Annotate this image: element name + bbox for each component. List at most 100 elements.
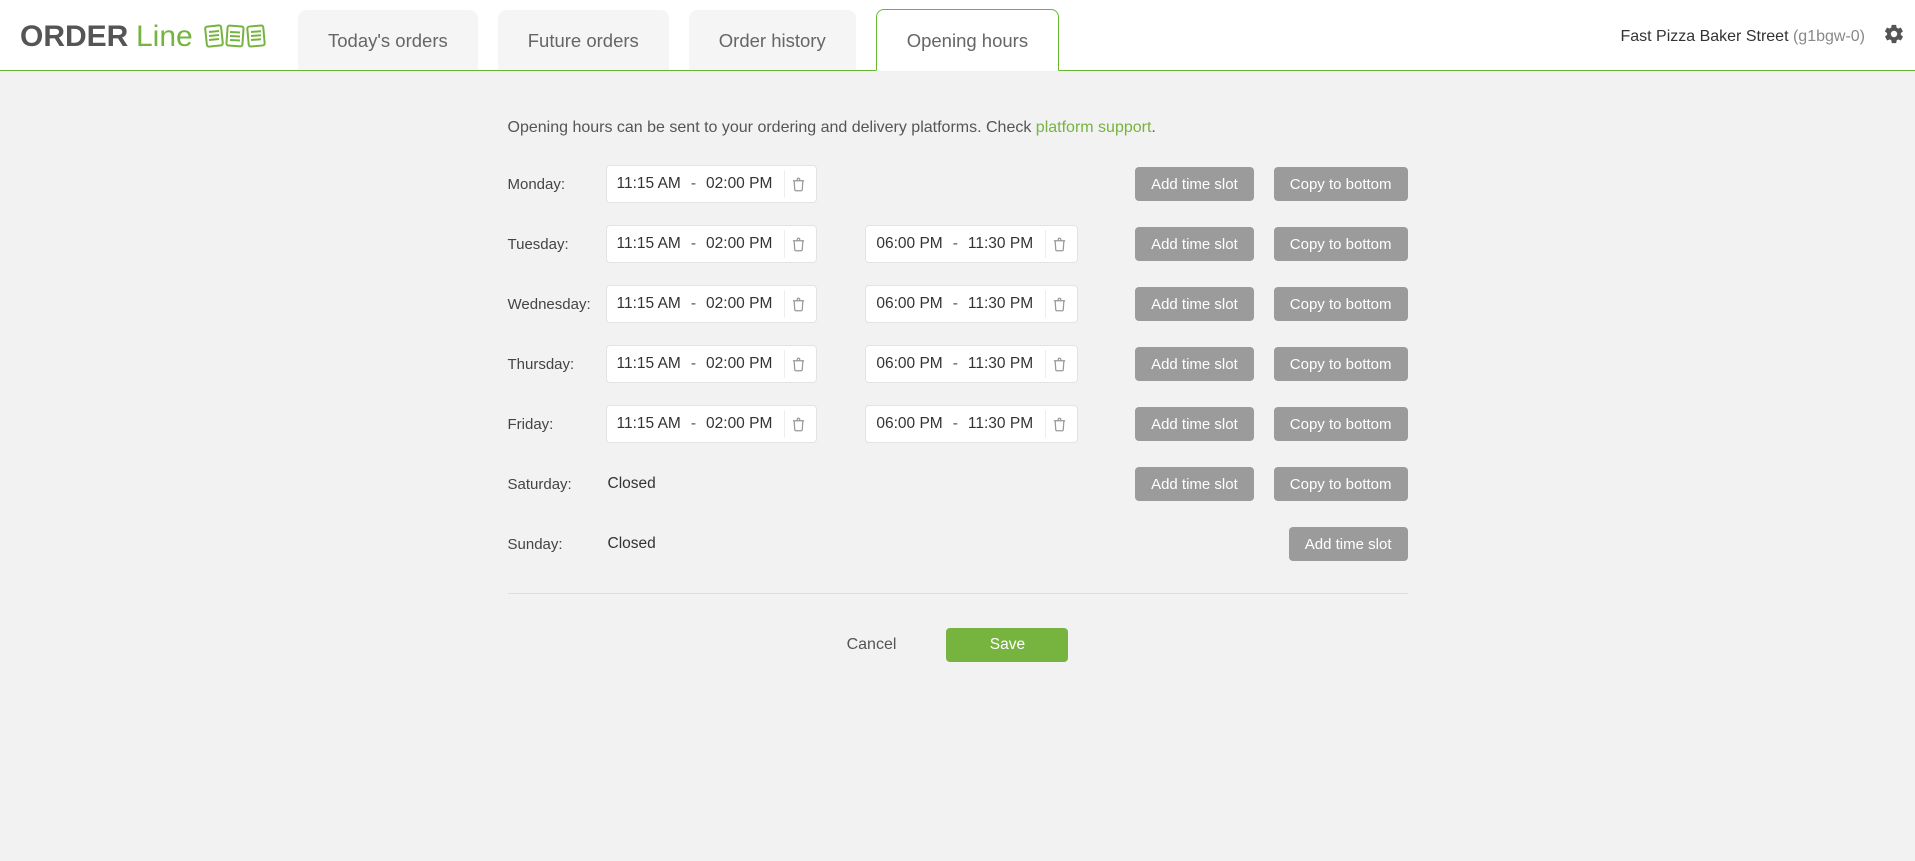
day-label: Sunday: [508,536,606,553]
copy-to-bottom-button[interactable]: Copy to bottom [1274,347,1408,381]
time-slot: 11:15 AM-02:00 PM [606,285,818,323]
add-time-slot-button[interactable]: Add time slot [1135,407,1254,441]
time-slot: 11:15 AM-02:00 PM [606,165,818,203]
copy-to-bottom-button[interactable]: Copy to bottom [1274,227,1408,261]
platform-support-link[interactable]: platform support [1036,119,1152,136]
time-to[interactable]: 11:30 PM [966,233,1035,255]
time-from[interactable]: 06:00 PM [874,233,944,255]
trash-icon[interactable] [784,290,812,318]
account-area: Fast Pizza Baker Street (g1bgw-0) [1620,23,1905,50]
day-row: Wednesday:11:15 AM-02:00 PM06:00 PM-11:3… [508,285,1408,323]
page-body: Opening hours can be sent to your orderi… [0,71,1915,861]
trash-icon[interactable] [784,350,812,378]
day-actions: Add time slot Copy to bottom [1135,347,1407,381]
time-from[interactable]: 11:15 AM [615,413,683,435]
add-time-slot-button[interactable]: Add time slot [1135,467,1254,501]
day-slots: Closed [606,475,1136,493]
add-time-slot-button[interactable]: Add time slot [1135,347,1254,381]
time-from[interactable]: 06:00 PM [874,353,944,375]
day-label: Tuesday: [508,236,606,253]
trash-icon[interactable] [1045,410,1073,438]
svg-text:Line: Line [136,20,193,53]
day-label: Monday: [508,176,606,193]
day-row: Friday:11:15 AM-02:00 PM06:00 PM-11:30 P… [508,405,1408,443]
svg-text:ORDER: ORDER [20,20,129,53]
tab-today-s-orders[interactable]: Today's orders [298,10,478,71]
tab-order-history[interactable]: Order history [689,10,856,71]
time-from[interactable]: 11:15 AM [615,293,683,315]
day-slots: 11:15 AM-02:00 PM06:00 PM-11:30 PM [606,285,1136,323]
time-slot: 06:00 PM-11:30 PM [865,405,1078,443]
dash: - [951,235,960,253]
time-to[interactable]: 11:30 PM [966,293,1035,315]
day-actions: Add time slot Copy to bottom [1135,407,1407,441]
day-slots: 11:15 AM-02:00 PM06:00 PM-11:30 PM [606,405,1136,443]
time-to[interactable]: 02:00 PM [704,353,774,375]
trash-icon[interactable] [1045,290,1073,318]
dash: - [689,295,698,313]
day-label: Thursday: [508,356,606,373]
copy-to-bottom-button[interactable]: Copy to bottom [1274,167,1408,201]
logo: ORDER Line [20,16,268,56]
time-from[interactable]: 06:00 PM [874,293,944,315]
add-time-slot-button[interactable]: Add time slot [1289,527,1408,561]
topbar: ORDER Line Today's orders Future orders Or… [0,0,1915,71]
time-to[interactable]: 11:30 PM [966,413,1035,435]
day-slots: 11:15 AM-02:00 PM [606,165,1136,203]
day-actions: Add time slot Copy to bottom [1135,467,1407,501]
add-time-slot-button[interactable]: Add time slot [1135,287,1254,321]
trash-icon[interactable] [784,230,812,258]
cancel-button[interactable]: Cancel [847,636,897,654]
closed-text: Closed [606,535,656,553]
intro-text: Opening hours can be sent to your orderi… [508,119,1408,137]
footer-actions: Cancel Save [508,628,1408,722]
day-label: Wednesday: [508,296,606,313]
time-slot: 11:15 AM-02:00 PM [606,345,818,383]
account-name[interactable]: Fast Pizza Baker Street (g1bgw-0) [1620,28,1865,46]
add-time-slot-button[interactable]: Add time slot [1135,167,1254,201]
trash-icon[interactable] [1045,230,1073,258]
time-from[interactable]: 06:00 PM [874,413,944,435]
day-row: Tuesday:11:15 AM-02:00 PM06:00 PM-11:30 … [508,225,1408,263]
day-row: Thursday:11:15 AM-02:00 PM 06:00 PM-11:30… [508,345,1408,383]
day-actions: Add time slot [1289,527,1408,561]
copy-to-bottom-button[interactable]: Copy to bottom [1274,407,1408,441]
day-label: Saturday: [508,476,606,493]
save-button[interactable]: Save [946,628,1068,662]
time-slot: 06:00 PM-11:30 PM [865,225,1078,263]
dash: - [951,415,960,433]
time-to[interactable]: 02:00 PM [704,413,774,435]
day-label: Friday: [508,416,606,433]
tab-opening-hours[interactable]: Opening hours [876,9,1059,71]
closed-text: Closed [606,475,656,493]
time-from[interactable]: 11:15 AM [615,233,683,255]
day-row: Saturday:Closed Add time slot Copy to bott… [508,465,1408,503]
dash: - [689,175,698,193]
time-to[interactable]: 02:00 PM [704,293,774,315]
time-to[interactable]: 11:30 PM [966,353,1035,375]
day-actions: Add time slot Copy to bottom [1135,287,1407,321]
time-slot: 11:15 AM-02:00 PM [606,225,818,263]
time-from[interactable]: 11:15 AM [615,173,683,195]
day-slots: 11:15 AM-02:00 PM 06:00 PM-11:30 PM [606,345,1136,383]
day-row: Monday:11:15 AM-02:00 PMAdd time slotCop… [508,165,1408,203]
day-slots: Closed [606,535,1289,553]
time-to[interactable]: 02:00 PM [704,173,774,195]
time-from[interactable]: 11:15 AM [615,353,683,375]
day-row: Sunday:Closed Add time slot [508,525,1408,563]
trash-icon[interactable] [1045,350,1073,378]
copy-to-bottom-button[interactable]: Copy to bottom [1274,287,1408,321]
dash: - [689,235,698,253]
dash: - [951,295,960,313]
dash: - [951,355,960,373]
copy-to-bottom-button[interactable]: Copy to bottom [1274,467,1408,501]
dash: - [689,415,698,433]
tab-future-orders[interactable]: Future orders [498,10,669,71]
day-actions: Add time slot Copy to bottom [1135,167,1407,201]
add-time-slot-button[interactable]: Add time slot [1135,227,1254,261]
trash-icon[interactable] [784,170,812,198]
gear-icon[interactable] [1883,23,1905,50]
trash-icon[interactable] [784,410,812,438]
time-slot: 06:00 PM-11:30 PM [865,285,1078,323]
time-to[interactable]: 02:00 PM [704,233,774,255]
